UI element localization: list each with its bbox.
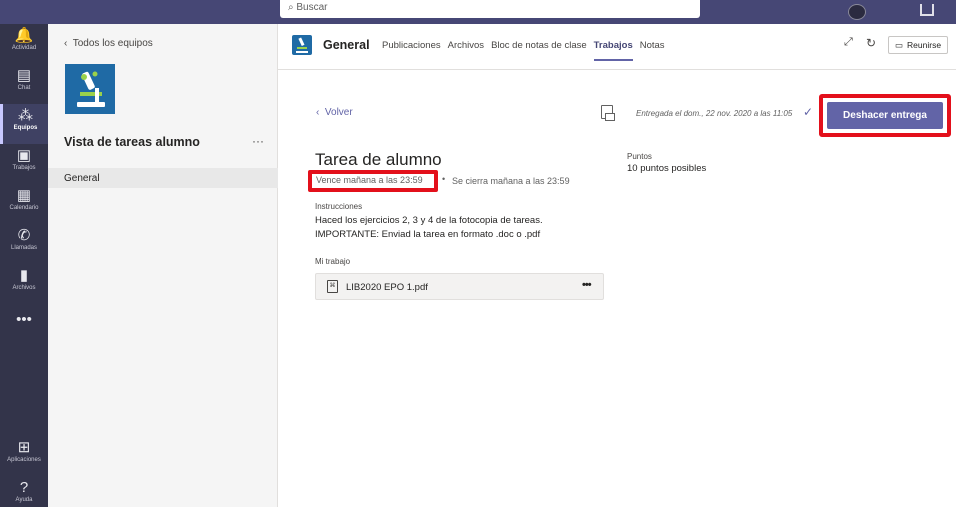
rail-item-more[interactable]: ••• xyxy=(0,308,48,348)
avatar[interactable] xyxy=(848,4,866,20)
rail-item-archivos[interactable]: ▮ Archivos xyxy=(0,264,48,304)
refresh-icon[interactable]: ↻ xyxy=(866,36,876,50)
file-name: LIB2020 EPO 1.pdf xyxy=(346,282,428,293)
points-value: 10 puntos posibles xyxy=(627,163,707,174)
tab-publicaciones[interactable]: Publicaciones xyxy=(382,40,441,61)
rail-item-equipos[interactable]: ⁂ Equipos xyxy=(0,104,48,144)
immersive-reader-icon[interactable] xyxy=(601,105,615,121)
channel-tabs: Publicaciones Archivos Bloc de notas de … xyxy=(382,40,665,61)
help-icon: ? xyxy=(19,479,29,496)
calendar-icon: ▦ xyxy=(16,187,32,204)
points-label: Puntos xyxy=(627,152,652,161)
assignment-title: Tarea de alumno xyxy=(315,150,442,169)
check-icon: ✓ xyxy=(803,105,814,119)
team-name: Vista de tareas alumno xyxy=(64,135,200,149)
rail-item-ayuda[interactable]: ? Ayuda xyxy=(0,476,48,516)
app-rail: 🔔 Actividad ▤ Chat ⁂ Equipos ▣ Trabajos ▦ Cal… xyxy=(0,24,48,507)
expand-icon[interactable]: ⤢ xyxy=(844,36,853,49)
team-panel: ‹ Todos los equipos Vista de tareas alum… xyxy=(48,24,278,507)
instructions-text-2: IMPORTANTE: Enviad la tarea en formato .… xyxy=(315,229,541,240)
file-more-button[interactable]: ••• xyxy=(582,279,592,291)
back-link[interactable]: ‹ Volver xyxy=(316,107,353,118)
video-icon: ▭ xyxy=(895,39,904,50)
highlight-box-undo: Deshacer entrega xyxy=(819,94,951,137)
microscope-icon xyxy=(296,37,308,53)
search-icon: ⌕ xyxy=(288,2,294,13)
undo-submission-button[interactable]: Deshacer entrega xyxy=(827,102,943,129)
close-date: Se cierra mañana a las 23:59 xyxy=(452,176,570,186)
microscope-icon xyxy=(77,71,105,107)
team-logo xyxy=(65,64,115,114)
more-icon: ••• xyxy=(16,311,32,328)
tab-notas[interactable]: Notas xyxy=(640,40,665,61)
team-more-button[interactable]: ··· xyxy=(252,134,264,148)
my-work-label: Mi trabajo xyxy=(315,257,351,266)
rail-item-actividad[interactable]: 🔔 Actividad xyxy=(0,24,48,64)
chevron-left-icon: ‹ xyxy=(316,107,320,118)
teams-icon: ⁂ xyxy=(18,107,33,124)
channel-title: General xyxy=(323,38,370,52)
highlight-box-due: Vence mañana a las 23:59 xyxy=(308,170,438,192)
phone-icon: ✆ xyxy=(17,227,31,244)
pdf-icon: ⌘ xyxy=(327,280,338,293)
instructions-text-1: Haced los ejercicios 2, 3 y 4 de la foto… xyxy=(315,215,543,226)
tab-archivos[interactable]: Archivos xyxy=(448,40,484,61)
window-icon[interactable] xyxy=(920,4,934,16)
tab-trabajos[interactable]: Trabajos xyxy=(593,40,633,61)
search-input[interactable]: ⌕ Buscar xyxy=(280,0,700,18)
instructions-label: Instrucciones xyxy=(315,202,363,211)
rail-item-trabajos[interactable]: ▣ Trabajos xyxy=(0,144,48,184)
rail-item-chat[interactable]: ▤ Chat xyxy=(0,64,48,104)
all-teams-link[interactable]: ‹ Todos los equipos xyxy=(64,38,153,49)
channel-logo xyxy=(292,35,312,55)
tab-bloc-de-notas[interactable]: Bloc de notas de clase xyxy=(491,40,587,61)
apps-icon: ⊞ xyxy=(17,439,31,456)
rail-item-aplicaciones[interactable]: ⊞ Aplicaciones xyxy=(0,436,48,476)
separator-dot: • xyxy=(442,174,446,184)
file-icon: ▮ xyxy=(19,267,29,284)
rail-item-llamadas[interactable]: ✆ Llamadas xyxy=(0,224,48,264)
meet-button[interactable]: ▭ Reunirse xyxy=(888,36,949,54)
channel-header: General Publicaciones Archivos Bloc de n… xyxy=(278,24,956,70)
chat-icon: ▤ xyxy=(16,67,32,84)
attached-file[interactable]: ⌘ LIB2020 EPO 1.pdf ••• xyxy=(315,273,604,300)
bell-icon: 🔔 xyxy=(14,27,34,44)
chevron-left-icon: ‹ xyxy=(64,38,68,49)
top-bar: ⌕ Buscar xyxy=(0,0,956,24)
rail-item-calendario[interactable]: ▦ Calendario xyxy=(0,184,48,224)
assignments-icon: ▣ xyxy=(16,147,32,164)
due-date: Vence mañana a las 23:59 xyxy=(316,175,423,185)
main-content: General Publicaciones Archivos Bloc de n… xyxy=(278,24,956,507)
channel-general[interactable]: General xyxy=(48,168,278,188)
submitted-status: Entregada el dom., 22 nov. 2020 a las 11… xyxy=(636,109,793,118)
